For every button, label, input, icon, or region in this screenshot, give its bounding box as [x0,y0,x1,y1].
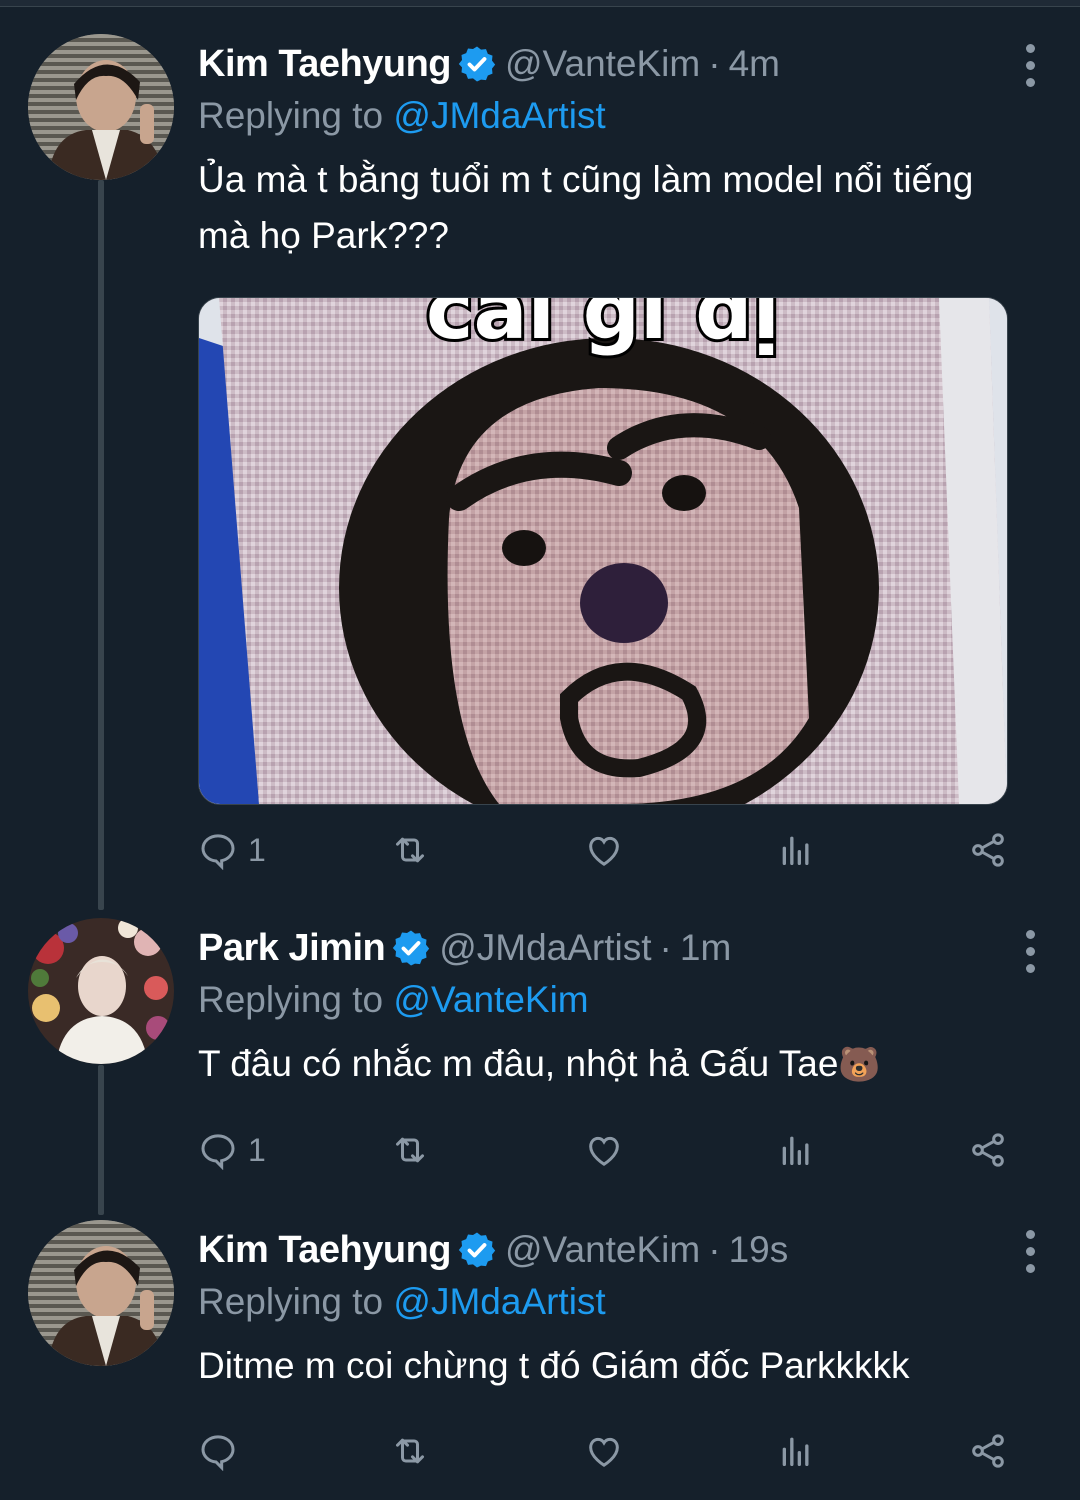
share-icon [972,833,1004,867]
retweet-icon [396,1137,424,1163]
tweet-header: Park Jimin @JMdaArtist · 1m [198,922,1040,974]
tweet[interactable]: Kim Taehyung @VanteKim · 19s Replying to… [0,1200,1080,1500]
replying-to-label: Replying to [198,1281,384,1322]
tweet-actions [198,1426,1014,1476]
tweet-text: Ditme m coi chừng t đó Giám đốc Parkkkkk [198,1345,910,1386]
reply-mention-link[interactable]: @JMdaArtist [393,1281,605,1322]
reply-button[interactable]: 1 [198,825,266,875]
separator-dot: · [708,43,721,84]
user-handle[interactable]: @VanteKim [505,1229,700,1271]
heart-icon [589,1437,619,1467]
avatar[interactable] [28,918,174,1064]
replying-to-line: Replying to @JMdaArtist [198,90,1040,142]
like-button[interactable] [584,825,624,875]
like-button[interactable] [584,1125,624,1175]
tweet[interactable]: Park Jimin @JMdaArtist · 1m Replying to … [0,900,1080,1200]
separator-dot: · [659,927,672,968]
avatar[interactable] [28,1220,174,1366]
display-name[interactable]: Kim Taehyung [198,1229,452,1272]
reply-button[interactable] [198,1426,248,1476]
display-name[interactable]: Kim Taehyung [198,43,452,86]
tweet-header: Kim Taehyung @VanteKim · 19s [198,1224,1040,1276]
tweet-text: Ủa mà t bằng tuổi m t cũng làm model nổi… [198,159,974,256]
timestamp[interactable]: 19s [729,1229,789,1271]
reply-bubble-icon [201,834,235,870]
retweet-button[interactable] [390,1426,430,1476]
replying-to-label: Replying to [198,95,384,136]
tweet-content: Kim Taehyung @VanteKim · 19s Replying to… [198,1224,1040,1394]
tweet-header: Kim Taehyung @VanteKim · 4m [198,38,1040,90]
tweet-content: Park Jimin @JMdaArtist · 1m Replying to … [198,922,1040,1093]
replying-to-label: Replying to [198,979,384,1020]
timestamp[interactable]: 4m [729,43,780,85]
user-handle[interactable]: @VanteKim [505,43,700,85]
replying-to-line: Replying to @JMdaArtist [198,1276,1040,1328]
reply-button[interactable]: 1 [198,1125,266,1175]
verified-badge-icon [458,1232,496,1268]
like-button[interactable] [584,1426,624,1476]
reply-count: 1 [248,1131,266,1168]
tweet[interactable]: Kim Taehyung @VanteKim · 4m Replying to … [0,0,1080,900]
user-handle[interactable]: @JMdaArtist [439,927,651,969]
tweet-text-row: T đâu có nhắc m đâu, nhột hả Gấu Tae🐻 [198,1036,1028,1093]
reply-mention-link[interactable]: @JMdaArtist [393,95,605,136]
share-icon [972,1434,1004,1468]
replying-to-line: Replying to @VanteKim [198,974,1040,1026]
retweet-button[interactable] [390,1125,430,1175]
heart-icon [589,836,619,866]
share-icon [972,1133,1004,1167]
tweet-actions: 1 [198,1125,1014,1175]
reply-mention-link[interactable]: @VanteKim [393,979,588,1020]
retweet-button[interactable] [390,825,430,875]
views-button[interactable] [776,1125,816,1175]
tweet-actions: 1 [198,825,1014,875]
separator-dot: · [708,1229,721,1270]
tweet-text: T đâu có nhắc m đâu, nhột hả Gấu Tae [198,1043,839,1084]
bar-chart-icon [782,836,809,865]
tweet-media-image[interactable]: cái gì dị [198,297,1008,805]
bear-emoji: 🐻 [838,1046,881,1084]
bar-chart-icon [782,1437,809,1466]
share-button[interactable] [968,825,1008,875]
avatar[interactable] [28,34,174,180]
more-vertical-icon[interactable] [1022,930,1038,973]
retweet-icon [396,837,424,863]
bar-chart-icon [782,1136,809,1165]
display-name[interactable]: Park Jimin [198,927,386,970]
verified-badge-icon [458,46,496,82]
views-button[interactable] [776,1426,816,1476]
heart-icon [589,1136,619,1166]
verified-badge-icon [393,930,430,966]
share-button[interactable] [968,1426,1008,1476]
reply-bubble-icon [201,1134,235,1170]
tweet-content: Kim Taehyung @VanteKim · 4m Replying to … [198,38,1040,264]
reply-bubble-icon [201,1435,235,1471]
more-vertical-icon[interactable] [1022,44,1038,87]
share-button[interactable] [968,1125,1008,1175]
timestamp[interactable]: 1m [680,927,731,969]
more-vertical-icon[interactable] [1022,1230,1038,1273]
views-button[interactable] [776,825,816,875]
reply-count: 1 [248,831,266,868]
retweet-icon [396,1438,424,1464]
media-caption: cái gì dị [426,298,780,357]
